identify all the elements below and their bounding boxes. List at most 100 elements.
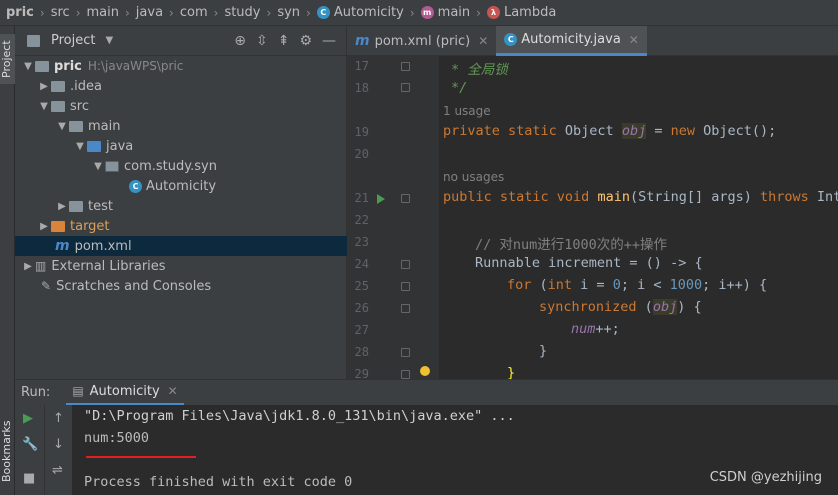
fold-marker-icon[interactable] <box>401 348 410 357</box>
breadcrumb-separator: › <box>476 5 481 20</box>
code-keyword: for <box>507 277 540 293</box>
watermark: CSDN @yezhijing <box>709 470 822 485</box>
bookmarks-tool-tab[interactable]: Bookmarks <box>0 415 15 487</box>
chevron-right-icon[interactable]: ▶ <box>55 201 69 212</box>
tree-item-java[interactable]: ▼ java <box>15 136 347 156</box>
breadcrumb-item-com[interactable]: com <box>180 5 208 20</box>
code-line-25: for (int i = 0; i < 1000; i++) { <box>507 277 767 293</box>
tree-item-scratches[interactable]: ✎ Scratches and Consoles <box>15 276 347 296</box>
tab-pom-xml[interactable]: m pom.xml (pric) ✕ <box>347 26 496 56</box>
fold-marker-icon[interactable] <box>401 370 410 379</box>
project-tool-tab[interactable]: Project <box>0 34 15 84</box>
code-text: ( <box>644 299 653 315</box>
left-tool-strip-bottom: Bookmarks <box>0 379 15 495</box>
fold-marker-icon[interactable] <box>401 62 410 71</box>
chevron-right-icon[interactable]: ▶ <box>21 261 35 272</box>
code-line-17: * 全局锁 <box>451 62 508 78</box>
breadcrumb-item-method[interactable]: m main <box>420 5 470 20</box>
usage-hint[interactable]: 1 usage <box>443 104 491 118</box>
code-text: Object(); <box>703 123 777 139</box>
line-number: 18 <box>354 81 369 95</box>
tree-item-label: pom.xml <box>74 238 132 254</box>
breadcrumb-item-lambda[interactable]: λ Lambda <box>486 5 557 20</box>
tree-item-label: pric <box>54 58 82 74</box>
fold-marker-icon[interactable] <box>401 83 410 92</box>
fold-marker-icon[interactable] <box>401 194 410 203</box>
gear-icon[interactable]: ⚙ <box>299 33 312 49</box>
expand-all-icon[interactable]: ⇳ <box>256 33 268 49</box>
usage-hint[interactable]: no usages <box>443 170 504 184</box>
breadcrumb-item-syn[interactable]: syn <box>277 5 300 20</box>
minimize-icon[interactable]: — <box>322 33 336 49</box>
breadcrumb-item-study[interactable]: study <box>224 5 260 20</box>
left-tool-strip: Project <box>0 26 15 379</box>
stop-icon[interactable]: ■ <box>23 471 35 486</box>
breadcrumb-separator: › <box>169 5 174 20</box>
code-line-29: } <box>507 365 516 379</box>
breadcrumb-item-java[interactable]: java <box>136 5 163 20</box>
code-text: ( <box>539 277 548 293</box>
package-icon <box>105 160 119 172</box>
breadcrumb-item-src[interactable]: src <box>51 5 70 20</box>
code-text: Object <box>564 123 622 139</box>
locate-icon[interactable]: ⊕ <box>234 33 246 49</box>
arrow-up-icon[interactable]: ↑ <box>53 411 64 426</box>
tree-item-automicity[interactable]: C Automicity <box>15 176 347 196</box>
console-line-output: num:5000 <box>84 430 150 446</box>
line-number: 24 <box>354 257 369 271</box>
chevron-right-icon[interactable]: ▶ <box>37 221 51 232</box>
code-editor[interactable]: 17 18 19 20 21 22 23 24 25 26 27 28 29 *… <box>347 56 838 379</box>
source-folder-icon <box>87 140 101 152</box>
tree-item-idea[interactable]: ▶ .idea <box>15 76 347 96</box>
run-gutter-icon[interactable] <box>377 194 385 204</box>
tab-automicity-java[interactable]: C Automicity.java ✕ <box>496 26 647 56</box>
chevron-right-icon[interactable]: ▶ <box>37 81 51 92</box>
fold-marker-icon[interactable] <box>401 282 410 291</box>
breadcrumb-item-class[interactable]: C Automicity <box>316 5 404 20</box>
close-icon[interactable]: ✕ <box>478 34 488 48</box>
tree-item-external-libraries[interactable]: ▶ ▥ External Libraries <box>15 256 347 276</box>
close-icon[interactable]: ✕ <box>168 384 178 398</box>
tree-item-pom[interactable]: m pom.xml <box>15 236 347 256</box>
arrow-down-icon[interactable]: ↓ <box>53 437 64 452</box>
tree-item-main[interactable]: ▼ main <box>15 116 347 136</box>
line-number: 17 <box>354 59 369 73</box>
fold-marker-icon[interactable] <box>401 304 410 313</box>
close-icon[interactable]: ✕ <box>629 33 639 47</box>
tree-item-package[interactable]: ▼ com.study.syn <box>15 156 347 176</box>
collapse-all-icon[interactable]: ⇞ <box>278 33 290 49</box>
soft-wrap-icon[interactable]: ⇌ <box>52 463 63 478</box>
run-tab-automicity[interactable]: ▤ Automicity ✕ <box>66 380 184 406</box>
breadcrumb: pric › src › main › java › com › study ›… <box>0 0 838 26</box>
tab-label: pom.xml (pric) <box>374 33 471 49</box>
chevron-down-icon[interactable]: ▼ <box>73 141 87 152</box>
chevron-down-icon[interactable]: ▼ <box>105 35 113 46</box>
code-field: obj <box>621 123 647 139</box>
fold-marker-icon[interactable] <box>401 260 410 269</box>
tree-item-test[interactable]: ▶ test <box>15 196 347 216</box>
folder-icon <box>51 80 65 92</box>
code-line-19: private static Object obj = new Object()… <box>443 123 776 139</box>
tree-item-label: src <box>70 98 89 114</box>
chevron-down-icon[interactable]: ▼ <box>37 101 51 112</box>
tree-item-pric[interactable]: ▼ pric H:\javaWPS\pric <box>15 56 347 76</box>
code-method: main <box>597 189 630 205</box>
chevron-down-icon[interactable]: ▼ <box>91 161 105 172</box>
run-toolbar: ▶ 🔧 ■ <box>15 405 44 495</box>
rerun-icon[interactable]: ▶ <box>23 411 33 426</box>
tree-item-label: External Libraries <box>51 258 166 274</box>
lightbulb-icon[interactable] <box>420 366 430 376</box>
chevron-down-icon[interactable]: ▼ <box>21 61 35 72</box>
tree-item-label: target <box>70 218 110 234</box>
breadcrumb-item-project[interactable]: pric <box>6 5 34 20</box>
tree-item-src[interactable]: ▼ src <box>15 96 347 116</box>
line-number: 28 <box>354 345 369 359</box>
wrench-icon[interactable]: 🔧 <box>22 437 38 452</box>
chevron-down-icon[interactable]: ▼ <box>55 121 69 132</box>
tree-item-target[interactable]: ▶ target <box>15 216 347 236</box>
breadcrumb-item-main[interactable]: main <box>87 5 119 20</box>
breadcrumb-item-lambda-label: Lambda <box>503 5 557 20</box>
run-panel-header: Run: ▤ Automicity ✕ <box>15 379 838 406</box>
code-line-24: Runnable increment = () -> { <box>475 255 703 271</box>
project-panel-title[interactable]: Project <box>51 33 95 48</box>
